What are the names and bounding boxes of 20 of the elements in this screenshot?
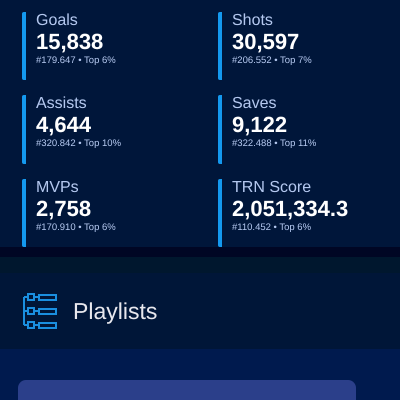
stat-value: 2,758 (36, 196, 92, 221)
list-icon (21, 292, 59, 330)
stat-label: Shots (232, 12, 274, 30)
stat-value: 9,122 (232, 113, 288, 138)
stat-label: Goals (36, 12, 79, 30)
stat-label: TRN Score (232, 178, 312, 197)
stat-rank: #206.552 • Top 7% (232, 54, 312, 67)
stat-rank: #170.910 • Top 6% (36, 220, 116, 234)
section-title: Playlists (73, 298, 158, 324)
stat-rank: #322.488 • Top 11% (232, 137, 316, 150)
stat-label: MVPs (36, 178, 80, 197)
stat-value: 2,051,334.3 (232, 196, 348, 221)
stat-rank: #320.842 • Top 10% (36, 137, 122, 150)
stat-rank: #179.647 • Top 6% (36, 54, 116, 67)
stat-rank: #110.452 • Top 6% (232, 220, 312, 234)
stat-value: 15,838 (36, 30, 104, 54)
stat-label: Assists (36, 95, 88, 114)
stat-value: 30,597 (232, 30, 300, 54)
stat-value: 4,644 (36, 113, 92, 138)
stat-label: Saves (232, 95, 278, 114)
